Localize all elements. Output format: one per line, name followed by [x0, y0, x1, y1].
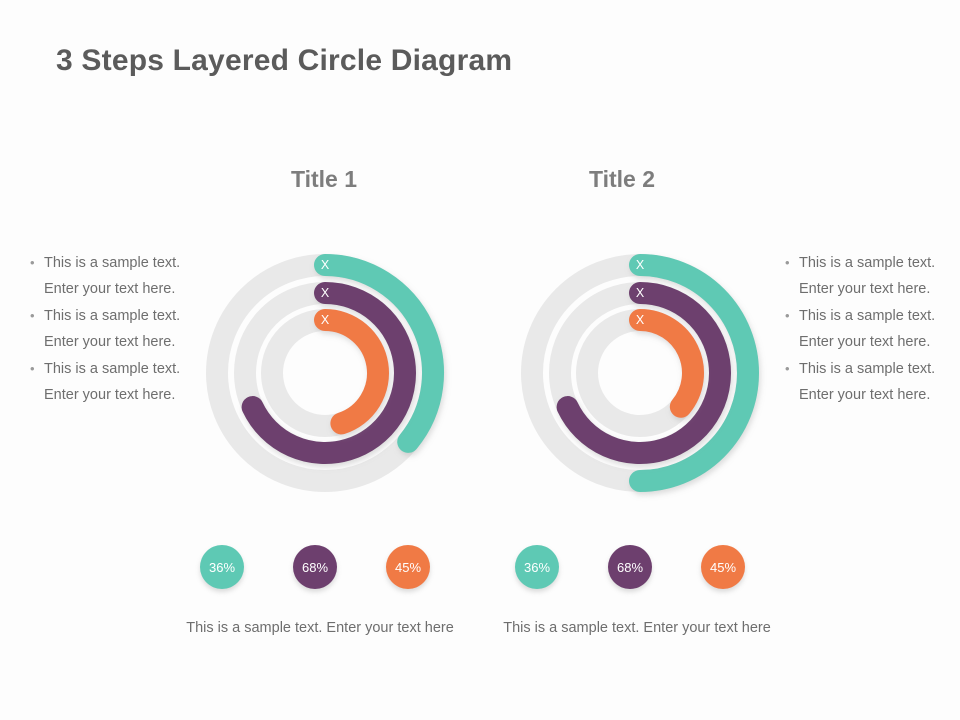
svg-text:X: X	[321, 286, 330, 300]
list-item-label: This is a sample text. Enter your text h…	[44, 255, 181, 297]
list-item: • This is a sample text. Enter your text…	[30, 303, 195, 355]
svg-text:X: X	[321, 258, 330, 272]
list-item: • This is a sample text. Enter your text…	[30, 356, 195, 408]
status-badge[interactable]: 36%	[200, 545, 244, 589]
svg-text:X: X	[321, 313, 330, 327]
status-badge-label: 68%	[616, 559, 644, 575]
status-badge[interactable]: 45%	[386, 545, 430, 589]
list-item: • This is a sample text. Enter your text…	[30, 250, 195, 302]
svg-text:X: X	[636, 258, 645, 272]
status-badge-label: 68%	[301, 559, 329, 575]
status-badge[interactable]: 68%	[293, 545, 337, 589]
bullet-marker-icon: •	[785, 361, 790, 376]
slide-canvas: 3 Steps Layered Circle Diagram Title 1 T…	[0, 0, 960, 720]
bullet-marker-icon: •	[30, 308, 35, 323]
status-badge-label: 36%	[523, 559, 551, 575]
bullet-list-right: • This is a sample text. Enter your text…	[785, 250, 950, 409]
status-badge-label: 45%	[709, 559, 737, 575]
svg-text:X: X	[636, 286, 645, 300]
list-item: • This is a sample text. Enter your text…	[785, 303, 950, 355]
page-title: 3 Steps Layered Circle Diagram	[56, 44, 513, 77]
chart-caption-2: This is a sample text. Enter your text h…	[503, 620, 771, 636]
list-item-label: This is a sample text. Enter your text h…	[799, 308, 936, 350]
percent-badge-row-2: 36% 68% 45%	[505, 545, 775, 593]
status-badge-label: 36%	[208, 559, 236, 575]
chart-title-1: Title 1	[290, 166, 358, 192]
status-badge[interactable]: 36%	[515, 545, 559, 589]
bullet-marker-icon: •	[785, 255, 790, 270]
list-item: • This is a sample text. Enter your text…	[785, 250, 950, 302]
bullet-marker-icon: •	[30, 255, 35, 270]
status-badge[interactable]: 45%	[701, 545, 745, 589]
chart-caption-1: This is a sample text. Enter your text h…	[186, 620, 454, 636]
layered-circle-chart-1: XXX	[190, 243, 460, 503]
percent-badge-row-1: 36% 68% 45%	[190, 545, 460, 593]
layered-circle-chart-2: XXX	[505, 243, 775, 503]
bullet-marker-icon: •	[30, 361, 35, 376]
bullet-list-left: • This is a sample text. Enter your text…	[30, 250, 195, 409]
list-item-label: This is a sample text. Enter your text h…	[44, 361, 181, 403]
status-badge-label: 45%	[394, 559, 422, 575]
list-item-label: This is a sample text. Enter your text h…	[799, 361, 936, 403]
bullet-marker-icon: •	[785, 308, 790, 323]
status-badge[interactable]: 68%	[608, 545, 652, 589]
list-item-label: This is a sample text. Enter your text h…	[44, 308, 181, 350]
list-item-label: This is a sample text. Enter your text h…	[799, 255, 936, 297]
svg-text:X: X	[636, 313, 645, 327]
list-item: • This is a sample text. Enter your text…	[785, 356, 950, 408]
chart-title-2: Title 2	[588, 166, 656, 192]
